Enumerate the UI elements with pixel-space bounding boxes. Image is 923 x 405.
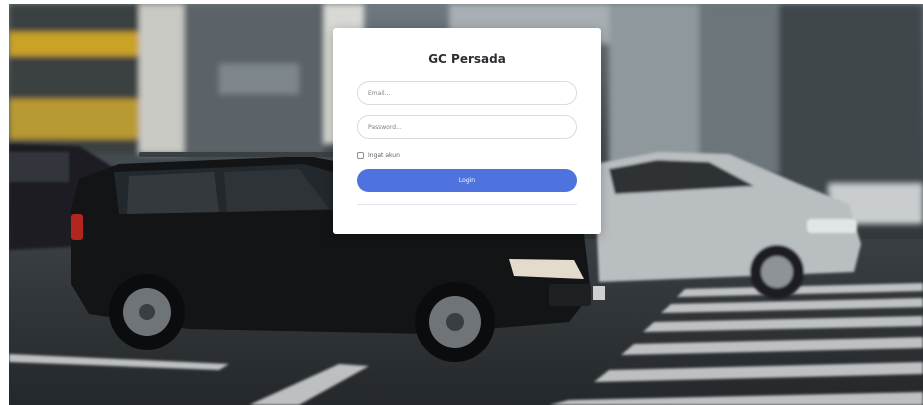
login-card: GC Persada Ingat akun Login [333,28,601,234]
remember-account-label: Ingat akun [368,151,400,159]
card-divider [357,204,577,205]
login-button[interactable]: Login [357,169,577,192]
password-input[interactable] [357,115,577,139]
remember-account-row[interactable]: Ingat akun [357,150,400,160]
login-title: GC Persada [428,52,506,66]
page-background: GC Persada Ingat akun Login [9,4,923,405]
email-input[interactable] [357,81,577,105]
remember-account-checkbox[interactable] [357,151,364,159]
